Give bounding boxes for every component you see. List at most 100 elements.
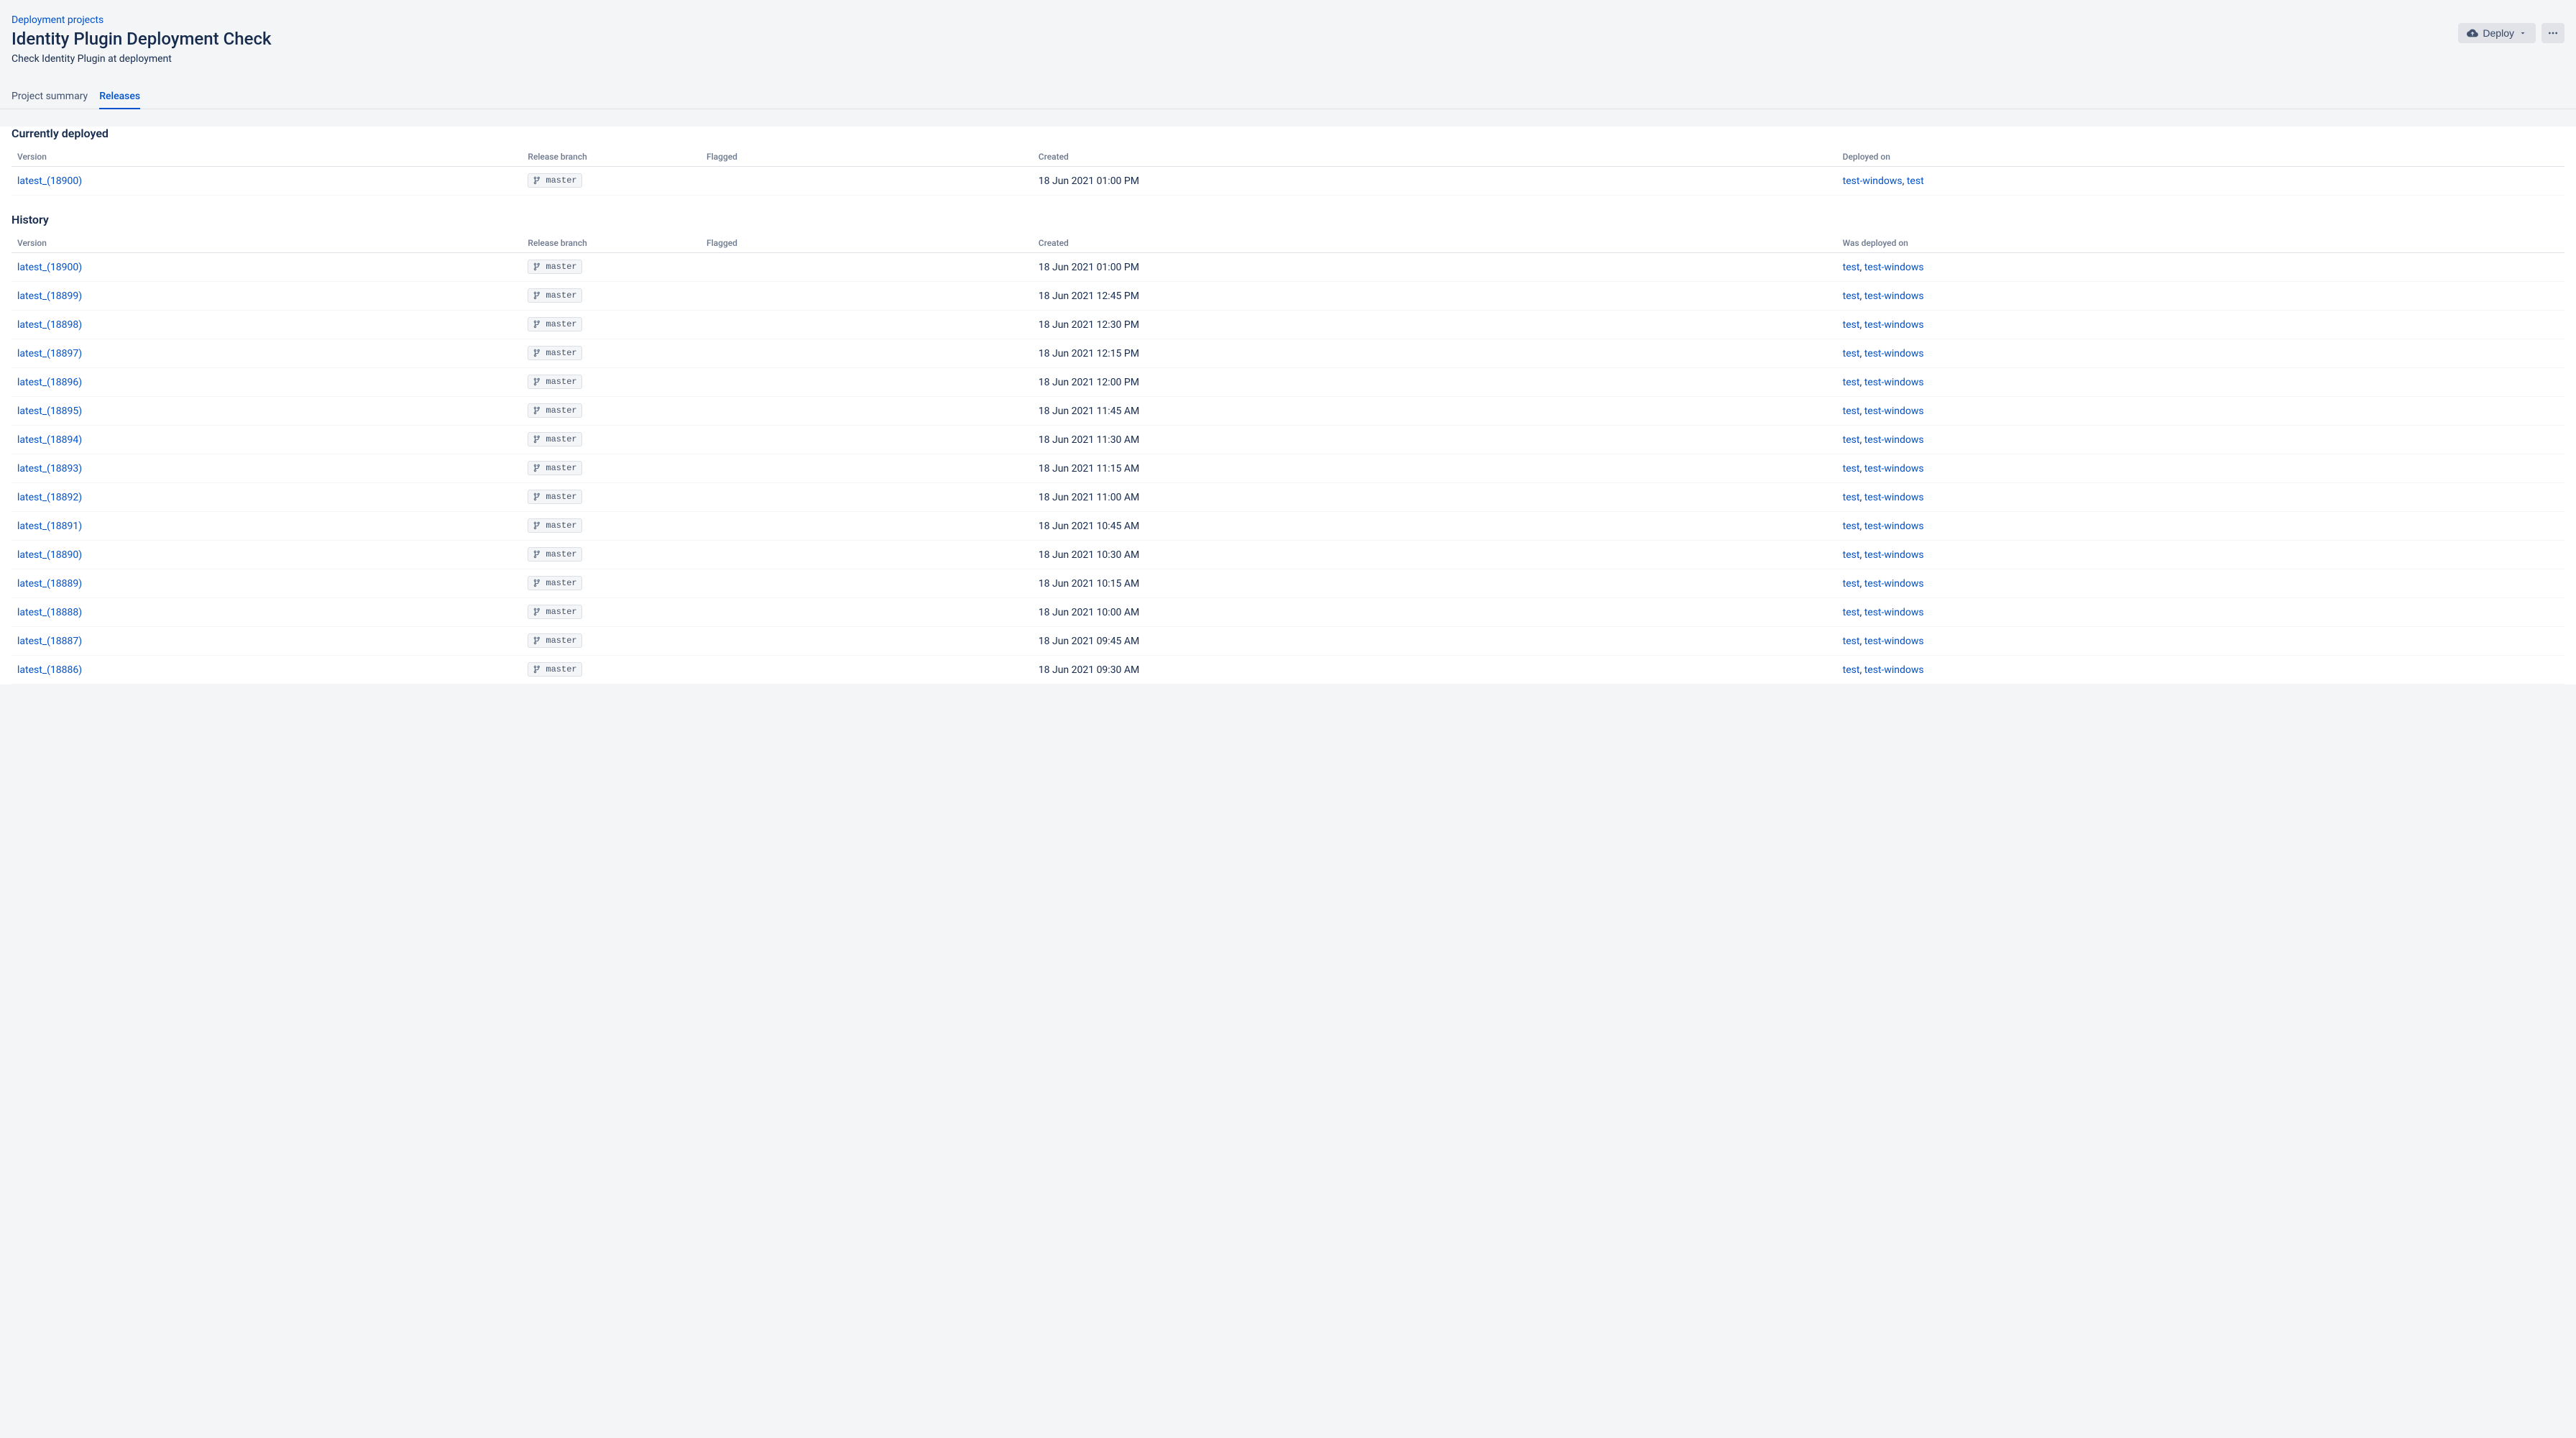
branch-tag[interactable]: master xyxy=(528,288,581,303)
branch-tag[interactable]: master xyxy=(528,547,581,562)
tab-releases[interactable]: Releases xyxy=(99,85,140,109)
flagged-cell xyxy=(701,483,1033,512)
branch-tag[interactable]: master xyxy=(528,375,581,389)
table-row: latest_(18894) master 18 Jun 2021 11:30 AM… xyxy=(12,426,2564,454)
tabs: Project summary Releases xyxy=(0,85,2576,109)
flagged-cell xyxy=(701,569,1033,598)
deployed-link[interactable]: test-windows xyxy=(1864,607,1924,618)
version-link[interactable]: latest_(18890) xyxy=(17,549,82,561)
deployed-link[interactable]: test-windows xyxy=(1864,290,1924,302)
deployed-link[interactable]: test-windows xyxy=(1843,175,1903,187)
deployed-link[interactable]: test xyxy=(1843,463,1860,475)
deployed-link[interactable]: test-windows xyxy=(1864,549,1924,561)
version-link[interactable]: latest_(18896) xyxy=(17,377,82,388)
branch-tag[interactable]: master xyxy=(528,576,581,590)
breadcrumb-deployment-projects[interactable]: Deployment projects xyxy=(12,14,104,26)
branch-tag[interactable]: master xyxy=(528,403,581,418)
version-link[interactable]: latest_(18889) xyxy=(17,578,82,590)
more-actions-button[interactable] xyxy=(2542,23,2564,43)
deployed-link[interactable]: test-windows xyxy=(1864,492,1924,503)
branch-icon xyxy=(533,377,543,387)
version-link[interactable]: latest_(18895) xyxy=(17,406,82,417)
branch-name: master xyxy=(546,434,576,444)
th-flagged: Flagged xyxy=(701,234,1033,253)
deployed-link[interactable]: test-windows xyxy=(1864,463,1924,475)
deployed-link[interactable]: test xyxy=(1843,521,1860,532)
deployed-link[interactable]: test xyxy=(1843,492,1860,503)
deployed-link[interactable]: test xyxy=(1843,319,1860,331)
flagged-cell xyxy=(701,368,1033,397)
version-link[interactable]: latest_(18888) xyxy=(17,607,82,618)
deployed-link[interactable]: test xyxy=(1843,578,1860,590)
th-version: Version xyxy=(12,234,522,253)
branch-name: master xyxy=(546,262,576,272)
deployed-link[interactable]: test-windows xyxy=(1864,377,1924,388)
deployed-link[interactable]: test xyxy=(1843,607,1860,618)
deployed-cell: test, test-windows xyxy=(1837,483,2564,512)
table-row: latest_(18887) master 18 Jun 2021 09:45 AM… xyxy=(12,627,2564,656)
th-release-branch: Release branch xyxy=(522,147,701,167)
branch-tag[interactable]: master xyxy=(528,633,581,648)
deployed-link[interactable]: test-windows xyxy=(1864,578,1924,590)
tab-project-summary[interactable]: Project summary xyxy=(12,85,88,109)
branch-tag[interactable]: master xyxy=(528,662,581,677)
deployed-link[interactable]: test xyxy=(1843,406,1860,417)
th-flagged: Flagged xyxy=(701,147,1033,167)
version-link[interactable]: latest_(18899) xyxy=(17,290,82,302)
flagged-cell xyxy=(701,598,1033,627)
deployed-link[interactable]: test xyxy=(1843,262,1860,273)
version-link[interactable]: latest_(18892) xyxy=(17,492,82,503)
deployed-link[interactable]: test xyxy=(1843,636,1860,647)
deploy-button[interactable]: Deploy xyxy=(2458,23,2536,43)
branch-tag[interactable]: master xyxy=(528,461,581,475)
deployed-link[interactable]: test-windows xyxy=(1864,664,1924,676)
version-link[interactable]: latest_(18900) xyxy=(17,175,82,187)
deployed-link[interactable]: test xyxy=(1843,377,1860,388)
chevron-down-icon xyxy=(2518,29,2527,37)
version-link[interactable]: latest_(18900) xyxy=(17,262,82,273)
version-link[interactable]: latest_(18886) xyxy=(17,664,82,676)
version-link[interactable]: latest_(18893) xyxy=(17,463,82,475)
version-link[interactable]: latest_(18887) xyxy=(17,636,82,647)
branch-tag[interactable]: master xyxy=(528,518,581,533)
branch-icon xyxy=(533,319,543,329)
flagged-cell xyxy=(701,656,1033,684)
version-link[interactable]: latest_(18898) xyxy=(17,319,82,331)
table-row: latest_(18890)master18 Jun 2021 10:30 AM… xyxy=(12,541,2564,569)
table-row: latest_(18900)master18 Jun 2021 01:00 PM… xyxy=(12,253,2564,282)
deployed-cell: test, test-windows xyxy=(1837,598,2564,627)
branch-name: master xyxy=(546,406,576,416)
version-link[interactable]: latest_(18891) xyxy=(17,521,82,532)
branch-tag[interactable]: master xyxy=(528,173,581,188)
deployed-link[interactable]: test xyxy=(1843,664,1860,676)
page-subtitle: Check Identity Plugin at deployment xyxy=(12,53,2458,65)
created-cell: 18 Jun 2021 11:30 AM xyxy=(1033,426,1837,454)
branch-tag[interactable]: master xyxy=(528,605,581,619)
deployed-cell: test, test-windows xyxy=(1837,282,2564,311)
deployed-link[interactable]: test-windows xyxy=(1864,521,1924,532)
version-link[interactable]: latest_(18897) xyxy=(17,348,82,360)
deployed-link[interactable]: test xyxy=(1907,175,1924,187)
created-cell: 18 Jun 2021 11:00 AM xyxy=(1033,483,1837,512)
deployed-link[interactable]: test-windows xyxy=(1864,348,1924,360)
version-link[interactable]: latest_(18894) xyxy=(17,434,82,446)
branch-icon xyxy=(533,607,543,617)
deployed-link[interactable]: test-windows xyxy=(1864,434,1924,446)
deployed-link[interactable]: test xyxy=(1843,434,1860,446)
section-title-history: History xyxy=(12,213,2564,226)
created-cell: 18 Jun 2021 09:45 AM xyxy=(1033,627,1837,656)
deployed-link[interactable]: test-windows xyxy=(1864,319,1924,331)
page-title: Identity Plugin Deployment Check xyxy=(12,29,2458,49)
branch-tag[interactable]: master xyxy=(528,490,581,504)
branch-tag[interactable]: master xyxy=(528,260,581,274)
deployed-link[interactable]: test-windows xyxy=(1864,406,1924,417)
deployed-link[interactable]: test xyxy=(1843,348,1860,360)
deployed-link[interactable]: test xyxy=(1843,290,1860,302)
deployed-link[interactable]: test xyxy=(1843,549,1860,561)
branch-tag[interactable]: master xyxy=(528,432,581,446)
branch-tag[interactable]: master xyxy=(528,317,581,331)
deployed-link[interactable]: test-windows xyxy=(1864,262,1924,273)
flagged-cell xyxy=(701,167,1033,196)
branch-tag[interactable]: master xyxy=(528,346,581,360)
deployed-link[interactable]: test-windows xyxy=(1864,636,1924,647)
